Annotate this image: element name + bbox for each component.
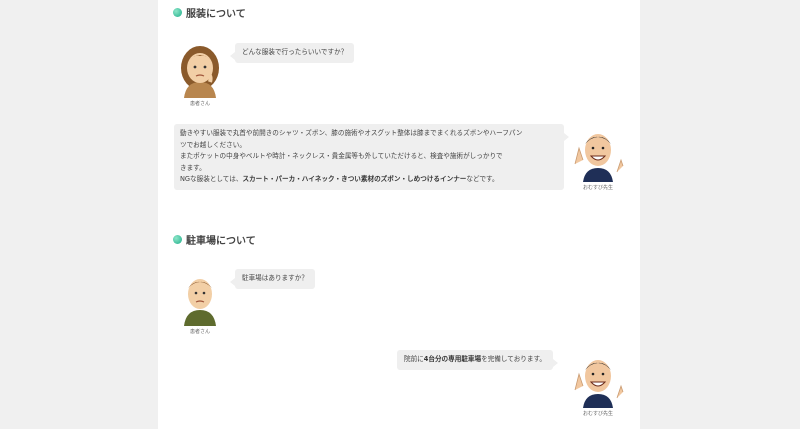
avatar-name: 患者さん [189, 101, 210, 107]
content-area: 服装について 患者さん どんな服装で行ったらいいですか？ 動きやすい服装で丸首や… [158, 0, 640, 429]
heading-dot-icon [173, 235, 182, 244]
answer-prefix: 院前に [404, 355, 424, 363]
doctor-avatar-block: おむすび先生 [570, 126, 626, 191]
patient-avatar-block: 患者さん [172, 42, 228, 107]
heading-dot-icon [173, 8, 182, 17]
question-text: どんな服装で行ったらいいですか？ [242, 48, 348, 56]
answer-line: きます。 [180, 163, 206, 172]
patient-avatar-block: 患者さん [172, 270, 228, 335]
answer-ng-suffix: などです。 [466, 175, 499, 183]
avatar-name: おむすび先生 [582, 185, 613, 191]
answer-bubble: 動きやすい服装で丸首や前開きのシャツ・ズボン、膝の施術やオスグット整体は膝までま… [174, 124, 569, 190]
answer-line-ng: NGな服装としては、スカート・パーカ・ハイネック・きつい素材のズボン・しめつける… [180, 174, 558, 186]
answer-line: またポケットの中身やベルトや時計・ネックレス・貴金属等も外していただけると、検査… [180, 152, 503, 160]
section-heading-parking: 駐車場について [173, 232, 256, 247]
patient-man-avatar-icon [184, 279, 216, 326]
answer-line: 動きやすい服装で丸首や前開きのシャツ・ズボン、膝の施術やオスグット整体は膝までま… [180, 129, 523, 137]
section-heading-text: 服装について [186, 9, 246, 20]
answer-bubble: 院前に4台分の専用駐車場を完備しております。 [397, 350, 559, 370]
doctor-avatar-block: おむすび先生 [570, 352, 626, 417]
patient-woman-avatar-icon [181, 46, 219, 98]
answer-ng-bold: スカート・パーカ・ハイネック・きつい素材のズボン・しめつけるインナー [242, 175, 467, 183]
doctor-avatar-icon [574, 360, 624, 408]
section-heading-text: 駐車場について [186, 236, 256, 247]
answer-line: ツでお越しください。 [180, 140, 246, 149]
avatar-name: おむすび先生 [582, 411, 613, 417]
question-text: 駐車場はありますか？ [242, 274, 308, 282]
answer-ng-prefix: NGな服装としては、 [180, 175, 243, 183]
answer-bold: 4台分の専用駐車場 [423, 355, 482, 363]
question-bubble: 駐車場はありますか？ [230, 269, 315, 289]
avatar-name: 患者さん [189, 329, 210, 335]
doctor-avatar-icon [574, 134, 624, 182]
question-bubble: どんな服装で行ったらいいですか？ [229, 43, 355, 63]
section-heading-clothing: 服装について [173, 5, 246, 20]
answer-suffix: を完備しております。 [481, 355, 547, 363]
